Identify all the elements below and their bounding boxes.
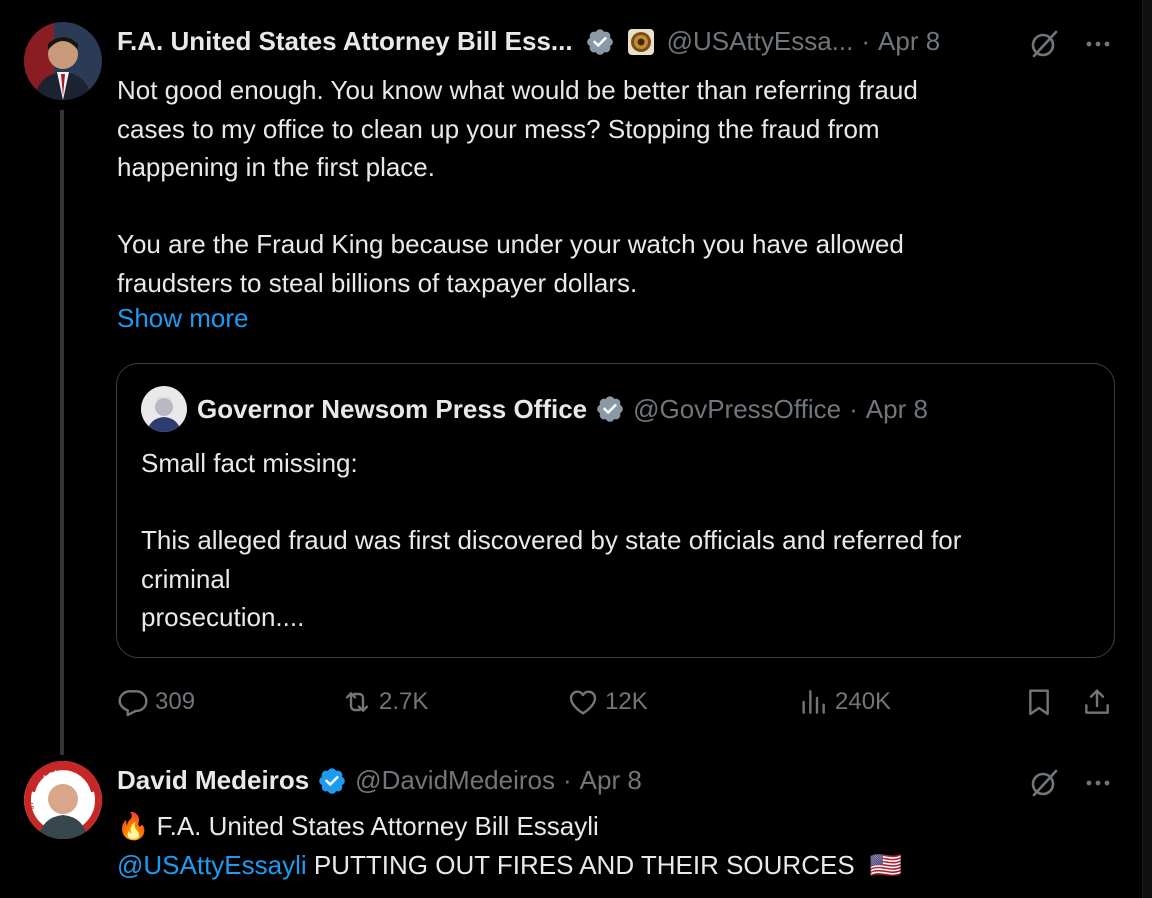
tweet-date[interactable]: Apr 8	[580, 765, 642, 796]
quoted-tweet-date[interactable]: Apr 8	[866, 394, 928, 425]
more-icon[interactable]	[1080, 26, 1116, 62]
avatar-essayli[interactable]	[24, 22, 102, 100]
quoted-tweet-text: Small fact missing: This alleged fraud w…	[141, 448, 962, 632]
tweet-essayli[interactable]: F.A. United States Attorney Bill Ess... …	[0, 0, 1140, 755]
us-flag-emoji: 🇺🇸	[869, 849, 903, 880]
show-more-link[interactable]: Show more	[117, 303, 249, 334]
repost-button[interactable]: 2.7K	[341, 680, 428, 724]
share-icon	[1085, 689, 1109, 714]
grok-icon[interactable]	[1026, 26, 1062, 62]
author-name[interactable]: David Medeiros	[117, 765, 309, 796]
action-bar: 309 2.7K 12K 240K	[117, 680, 1117, 724]
fire-emoji: 🔥	[117, 811, 150, 841]
reply-button[interactable]: 309	[117, 680, 195, 724]
verified-badge-icon	[585, 27, 615, 57]
quoted-author-handle[interactable]: @GovPressOffice	[633, 394, 841, 425]
quoted-tweet-header: Governor Newsom Press Office @GovPressOf…	[141, 386, 928, 432]
like-icon	[569, 690, 597, 715]
author-handle[interactable]: @USAttyEssa...	[667, 26, 854, 57]
repost-icon	[345, 692, 369, 712]
tweet-line-1: 🔥 F.A. United States Attorney Bill Essay…	[117, 807, 1117, 846]
views-count: 240K	[835, 688, 892, 715]
quoted-author-name[interactable]: Governor Newsom Press Office	[197, 394, 587, 425]
separator-dot: ·	[861, 26, 871, 56]
reply-icon	[118, 690, 148, 717]
tweet-line-2-text: PUTTING OUT FIRES AND THEIR SOURCES	[313, 849, 855, 880]
author-name[interactable]: F.A. United States Attorney Bill Ess...	[117, 26, 573, 57]
views-button[interactable]: 240K	[797, 680, 891, 724]
bookmark-icon	[1029, 689, 1049, 716]
separator-dot: ·	[849, 393, 858, 424]
tweet-line-1-text: F.A. United States Attorney Bill Essayli	[156, 811, 599, 841]
grok-icon[interactable]	[1026, 765, 1062, 801]
tweet-text: Not good enough. You know what would be …	[117, 75, 918, 298]
verified-badge-icon	[317, 766, 347, 796]
bookmark-button[interactable]	[1023, 680, 1061, 724]
svg-text:G: G	[28, 802, 34, 811]
share-button[interactable]	[1081, 680, 1119, 724]
tweet-date[interactable]: Apr 8	[878, 26, 940, 57]
like-count: 12K	[605, 688, 648, 715]
tweet-medeiros[interactable]: A.B.I. G David Medeiros @DavidMedeiros ·…	[0, 755, 1140, 898]
tweet-line-2: @USAttyEssayli PUTTING OUT FIRES AND THE…	[117, 846, 1117, 885]
repost-count: 2.7K	[379, 688, 429, 715]
scrollbar[interactable]	[1142, 0, 1152, 898]
tweet-header: David Medeiros @DavidMedeiros · Apr 8	[117, 765, 642, 796]
views-icon	[802, 690, 825, 714]
author-handle[interactable]: @DavidMedeiros	[355, 765, 555, 796]
doj-seal-icon	[627, 28, 655, 56]
verified-badge-icon	[595, 394, 625, 424]
avatar-medeiros[interactable]: A.B.I. G	[24, 761, 102, 839]
quoted-tweet[interactable]: Governor Newsom Press Office @GovPressOf…	[116, 363, 1115, 658]
avatar-gov-press-office[interactable]	[141, 386, 187, 432]
like-button[interactable]: 12K	[567, 680, 648, 724]
tweet-header: F.A. United States Attorney Bill Ess... …	[117, 26, 940, 57]
more-icon[interactable]	[1080, 765, 1116, 801]
thread-line	[60, 110, 64, 755]
reply-count: 309	[155, 688, 196, 715]
tweet-text: 🔥 F.A. United States Attorney Bill Essay…	[117, 807, 1117, 884]
mention-link[interactable]: @USAttyEssayli	[117, 850, 307, 880]
separator-dot: ·	[562, 765, 572, 795]
